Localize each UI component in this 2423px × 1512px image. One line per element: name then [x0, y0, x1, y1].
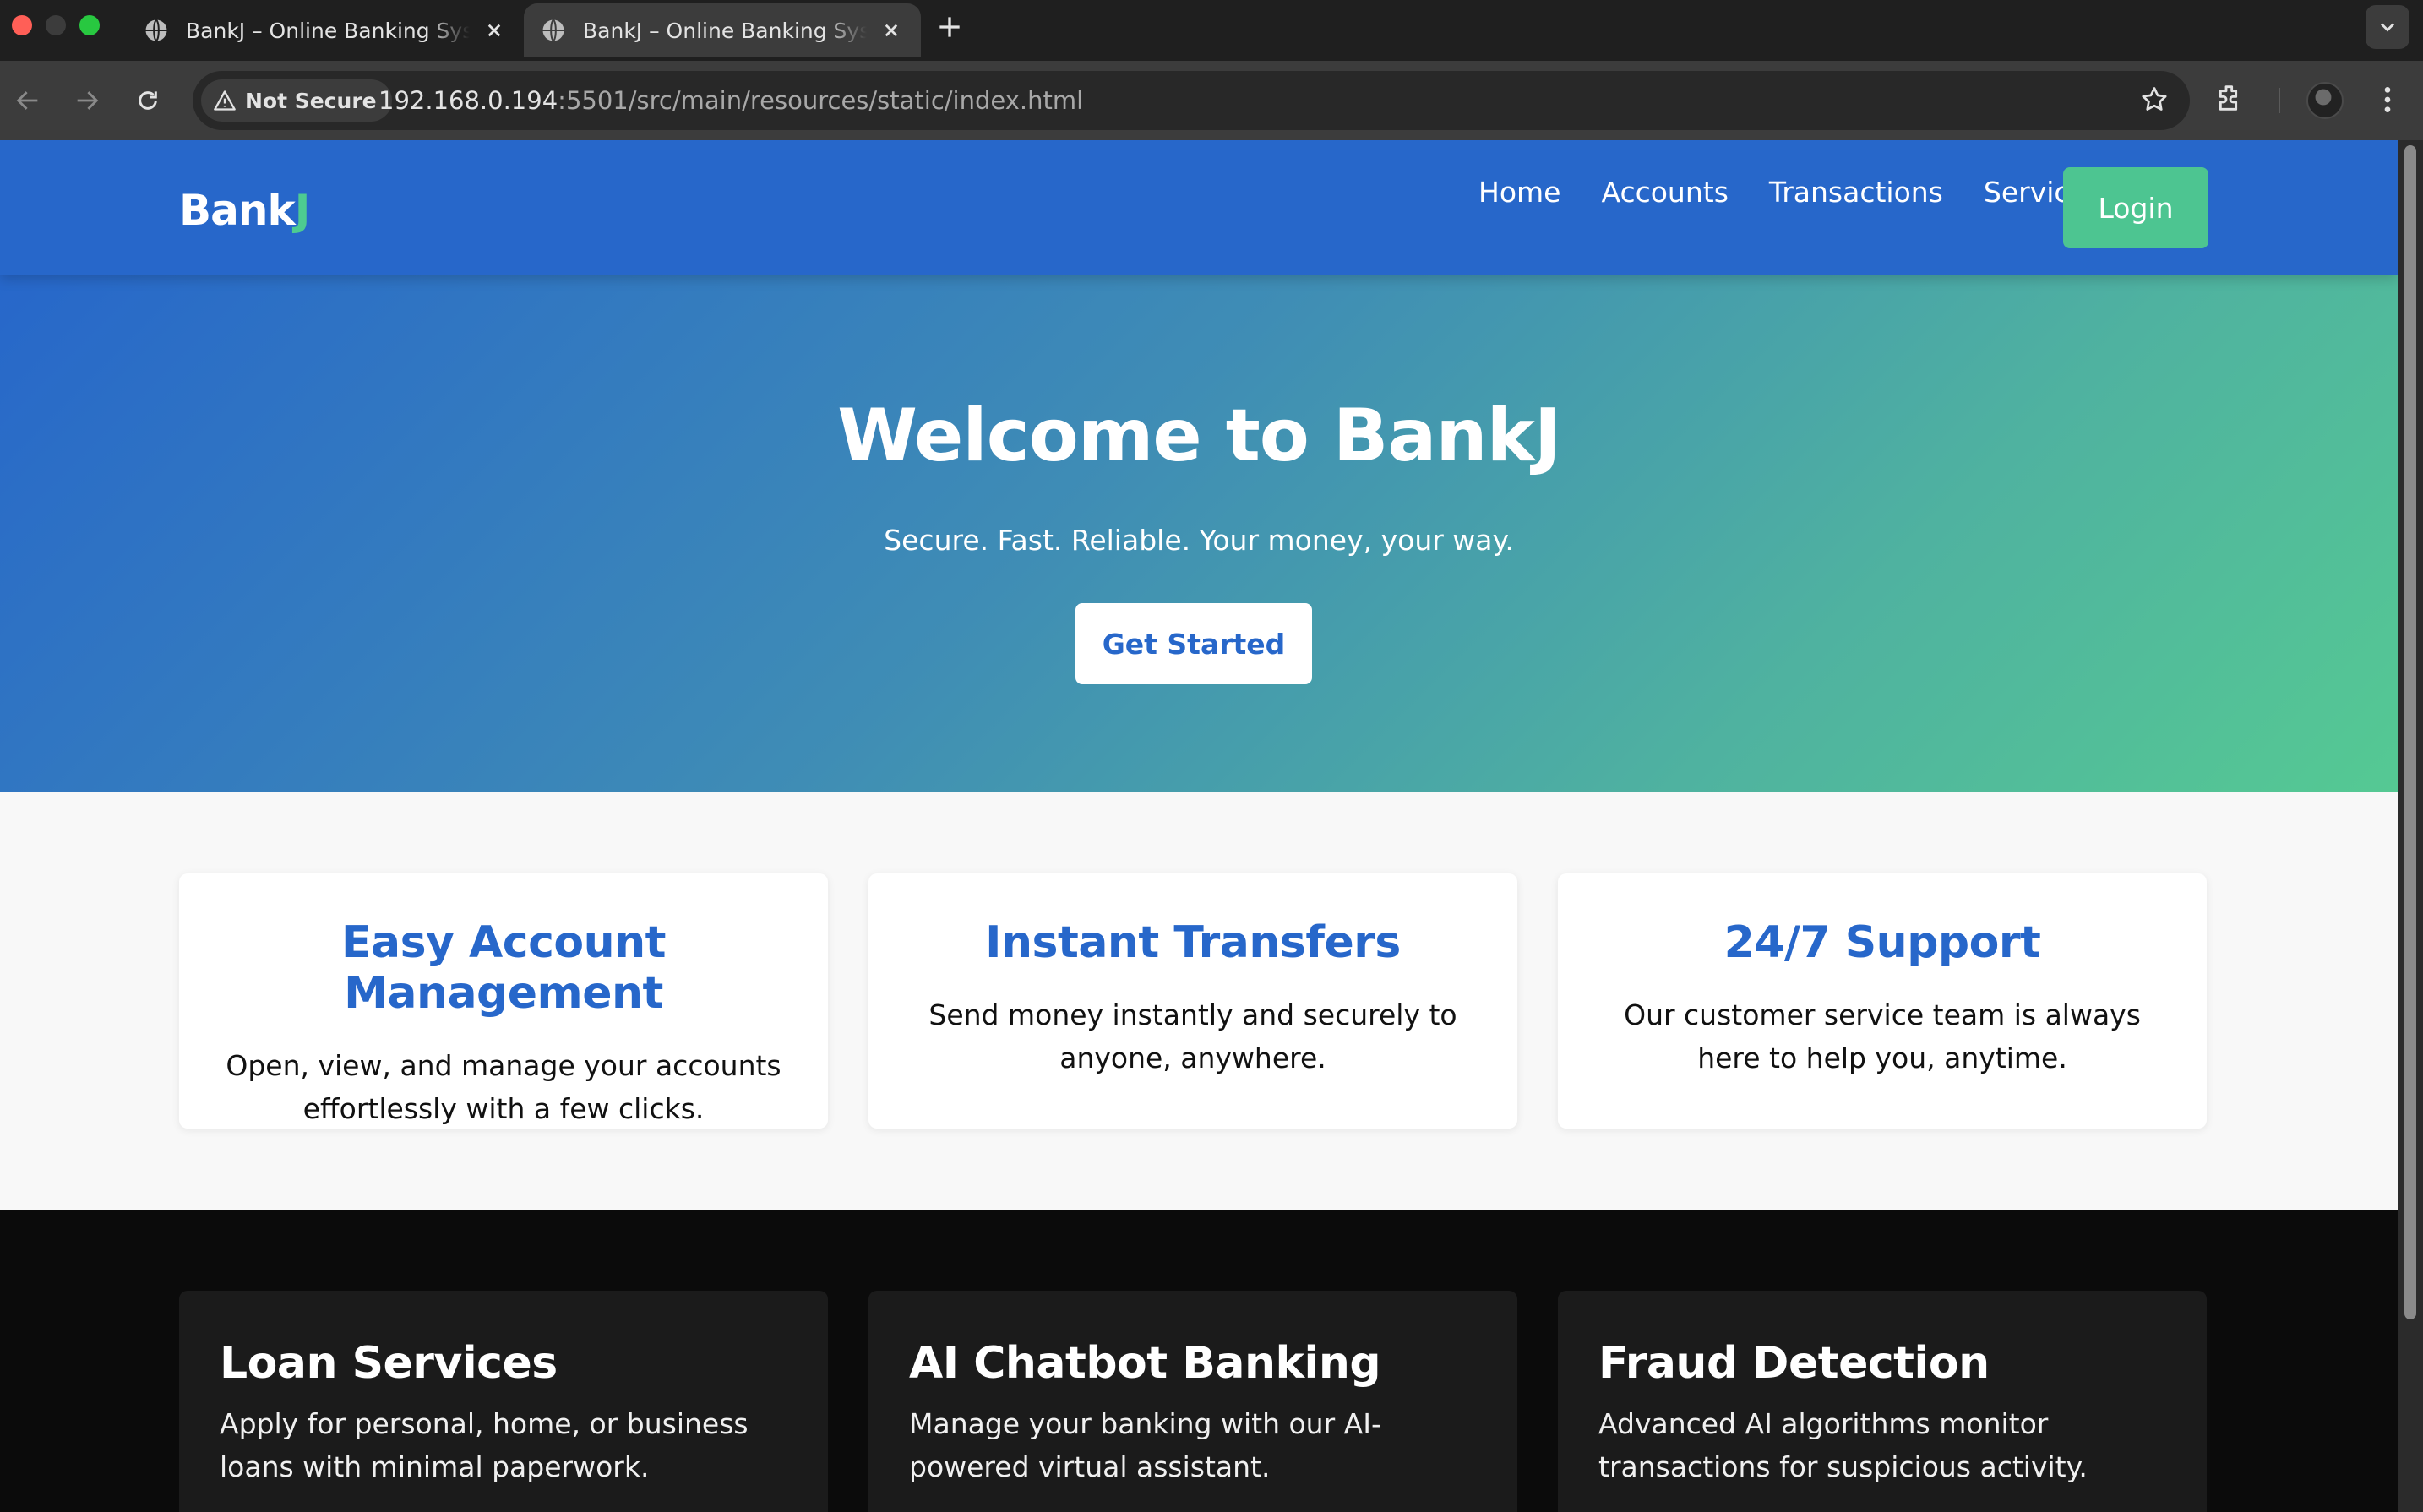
service-title: AI Chatbot Banking: [909, 1338, 1381, 1389]
globe-icon: [542, 19, 564, 42]
service-text: Apply for personal, home, or business lo…: [220, 1407, 749, 1483]
get-started-button[interactable]: Get Started: [1075, 603, 1312, 684]
services-section: Loan Services Apply for personal, home, …: [0, 1210, 2398, 1512]
minimize-window-button[interactable]: [46, 15, 66, 35]
feature-card: 24/7 Support Our customer service team i…: [1558, 873, 2207, 1129]
service-text: Manage your banking with our AI-powered …: [909, 1407, 1381, 1483]
security-label: Not Secure: [245, 88, 377, 113]
feature-text: Send money instantly and securely to any…: [928, 998, 1457, 1074]
hero-title: Welcome to BankJ: [837, 394, 1561, 478]
close-tab-icon[interactable]: [879, 18, 904, 43]
nav-accounts[interactable]: Accounts: [1601, 176, 1728, 209]
profile-avatar[interactable]: [2306, 82, 2344, 119]
service-card: AI Chatbot Banking Manage your banking w…: [868, 1291, 1517, 1512]
service-text: Advanced AI algorithms monitor transacti…: [1598, 1407, 2088, 1483]
feature-title: Easy Account Management: [340, 917, 667, 1019]
browser-tab-1[interactable]: BankJ – Online Banking System: [127, 3, 524, 57]
new-tab-icon[interactable]: [933, 10, 966, 44]
page-viewport: BankJ Home Accounts Transactions Service…: [0, 140, 2398, 1512]
features-section: Easy Account Management Open, view, and …: [0, 792, 2398, 1210]
toolbar-divider: [2279, 88, 2280, 113]
feature-card: Instant Transfers Send money instantly a…: [868, 873, 1517, 1129]
close-tab-icon[interactable]: [482, 18, 507, 43]
reload-button[interactable]: [128, 81, 167, 120]
service-title: Loan Services: [220, 1338, 558, 1389]
tab-title: BankJ – Online Banking System: [186, 18, 470, 43]
url-path: :5501/src/main/resources/static/index.ht…: [558, 86, 1084, 115]
scrollbar-thumb[interactable]: [2404, 145, 2416, 1319]
hero-subtitle: Secure. Fast. Reliable. Your money, your…: [884, 524, 1514, 557]
browser-toolbar: Not Secure 192.168.0.194:5501/src/main/r…: [0, 61, 2423, 140]
tab-search-button[interactable]: [2366, 5, 2409, 49]
feature-text: Open, view, and manage your accounts eff…: [226, 1049, 781, 1125]
site-logo[interactable]: BankJ: [179, 186, 311, 235]
service-card: Loan Services Apply for personal, home, …: [179, 1291, 828, 1512]
login-button[interactable]: Login: [2063, 167, 2208, 248]
close-window-button[interactable]: [12, 15, 32, 35]
hero-section: Welcome to BankJ Secure. Fast. Reliable.…: [0, 275, 2398, 792]
tab-title: BankJ – Online Banking System: [583, 18, 867, 43]
site-header: BankJ Home Accounts Transactions Service…: [0, 140, 2398, 275]
url-host: 192.168.0.194: [378, 86, 558, 115]
browser-tab-2[interactable]: BankJ – Online Banking System: [524, 3, 921, 57]
feature-title: Instant Transfers: [985, 917, 1401, 968]
feature-text: Our customer service team is always here…: [1624, 998, 2141, 1074]
nav-transactions[interactable]: Transactions: [1769, 176, 1943, 209]
service-card: Fraud Detection Advanced AI algorithms m…: [1558, 1291, 2207, 1512]
globe-icon: [145, 19, 167, 42]
main-nav: Home Accounts Transactions Services: [1478, 176, 2101, 209]
feature-title: 24/7 Support: [1723, 917, 2041, 968]
extensions-icon[interactable]: [2213, 81, 2247, 115]
service-title: Fraud Detection: [1598, 1338, 1990, 1389]
browser-tab-bar: BankJ – Online Banking System BankJ – On…: [0, 0, 2423, 61]
back-button[interactable]: [8, 81, 47, 120]
site-info-chip[interactable]: Not Secure: [201, 79, 392, 122]
menu-dots-icon[interactable]: [2371, 81, 2404, 118]
arrow-left-icon: [16, 91, 38, 110]
warning-icon: [214, 90, 236, 111]
chevron-down-icon: [2381, 23, 2394, 32]
bookmark-star-icon[interactable]: [2139, 84, 2170, 115]
maximize-window-button[interactable]: [79, 15, 100, 35]
page-scrollbar[interactable]: [2398, 140, 2423, 1512]
url-text[interactable]: 192.168.0.194:5501/src/main/resources/st…: [378, 71, 1083, 130]
address-bar[interactable]: Not Secure 192.168.0.194:5501/src/main/r…: [193, 71, 2190, 130]
feature-card: Easy Account Management Open, view, and …: [179, 873, 828, 1129]
logo-main: Bank: [179, 186, 296, 235]
arrow-right-icon: [77, 91, 99, 110]
logo-accent: J: [294, 186, 311, 235]
nav-home[interactable]: Home: [1478, 176, 1560, 209]
reload-icon: [139, 91, 157, 110]
forward-button[interactable]: [68, 81, 106, 120]
